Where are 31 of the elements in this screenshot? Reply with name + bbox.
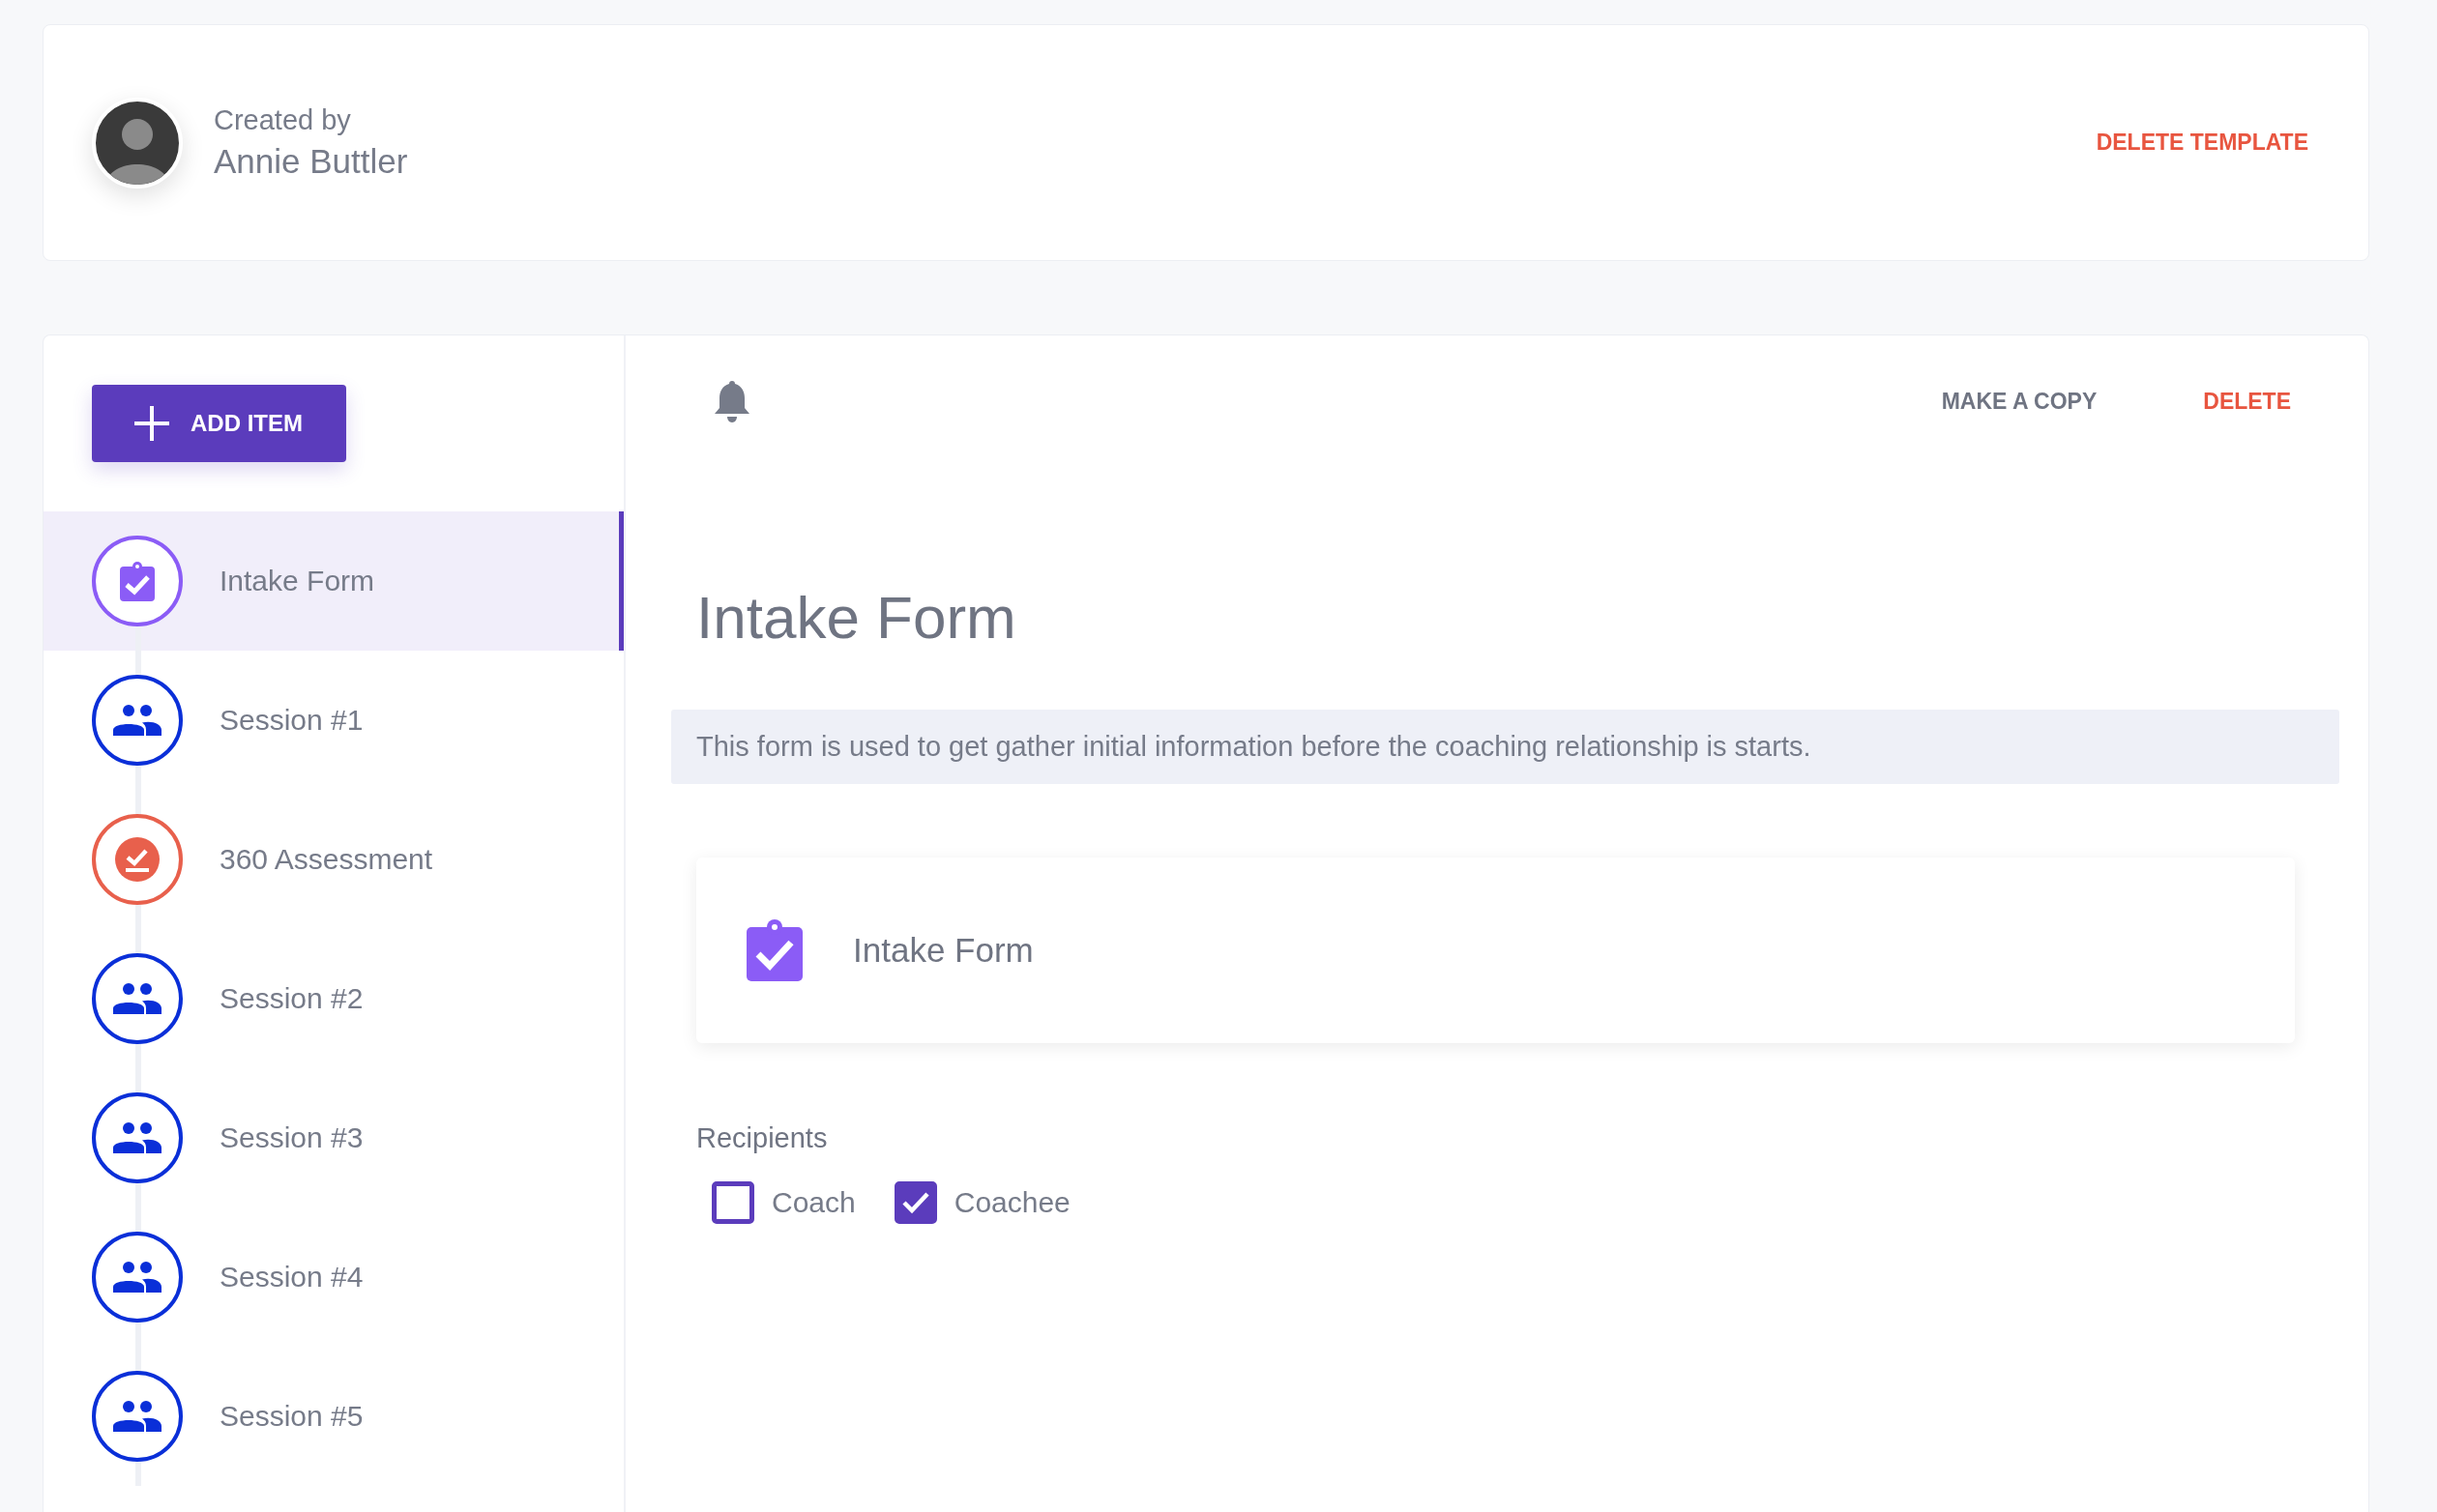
people-icon xyxy=(113,1262,161,1293)
delete-template-button[interactable]: DELETE TEMPLATE xyxy=(2096,124,2308,161)
people-icon xyxy=(113,705,161,736)
delete-button[interactable]: DELETE xyxy=(2203,382,2291,421)
people-icon xyxy=(113,983,161,1014)
sidebar-item[interactable]: Session #1 xyxy=(44,651,624,790)
sidebar-item[interactable]: Session #4 xyxy=(44,1207,624,1347)
created-by-label: Created by xyxy=(214,104,352,136)
clipboard-check-icon xyxy=(120,561,155,601)
form-card-title: Intake Form xyxy=(853,931,1034,970)
recipient-checkbox[interactable]: Coachee xyxy=(894,1181,1071,1224)
sidebar-item[interactable]: Intake Form xyxy=(44,511,624,651)
sidebar-item[interactable]: 360 Assessment xyxy=(44,790,624,929)
recipients-label: Recipients xyxy=(696,1122,829,1154)
people-icon xyxy=(113,1401,161,1432)
author-name: Annie Buttler xyxy=(214,142,409,181)
bell-icon[interactable] xyxy=(713,379,751,423)
sidebar-item[interactable]: Session #3 xyxy=(44,1068,624,1207)
sidebar-item[interactable]: Session #2 xyxy=(44,929,624,1068)
check-circle-icon xyxy=(115,837,160,882)
form-card[interactable]: Intake Form xyxy=(696,858,2295,1043)
check-icon xyxy=(901,1191,929,1214)
page-title: Intake Form xyxy=(696,583,1017,652)
add-item-button[interactable]: ADD ITEM xyxy=(92,385,346,462)
make-copy-button[interactable]: MAKE A COPY xyxy=(1941,382,2098,421)
recipient-checkbox[interactable]: Coach xyxy=(712,1181,856,1224)
clipboard-check-icon xyxy=(747,919,803,981)
plus-icon xyxy=(134,406,169,441)
people-icon xyxy=(113,1122,161,1153)
description-note: This form is used to get gather initial information before the coaching relationship is starts. xyxy=(671,710,2339,784)
sidebar-item[interactable]: Session #5 xyxy=(44,1347,624,1486)
